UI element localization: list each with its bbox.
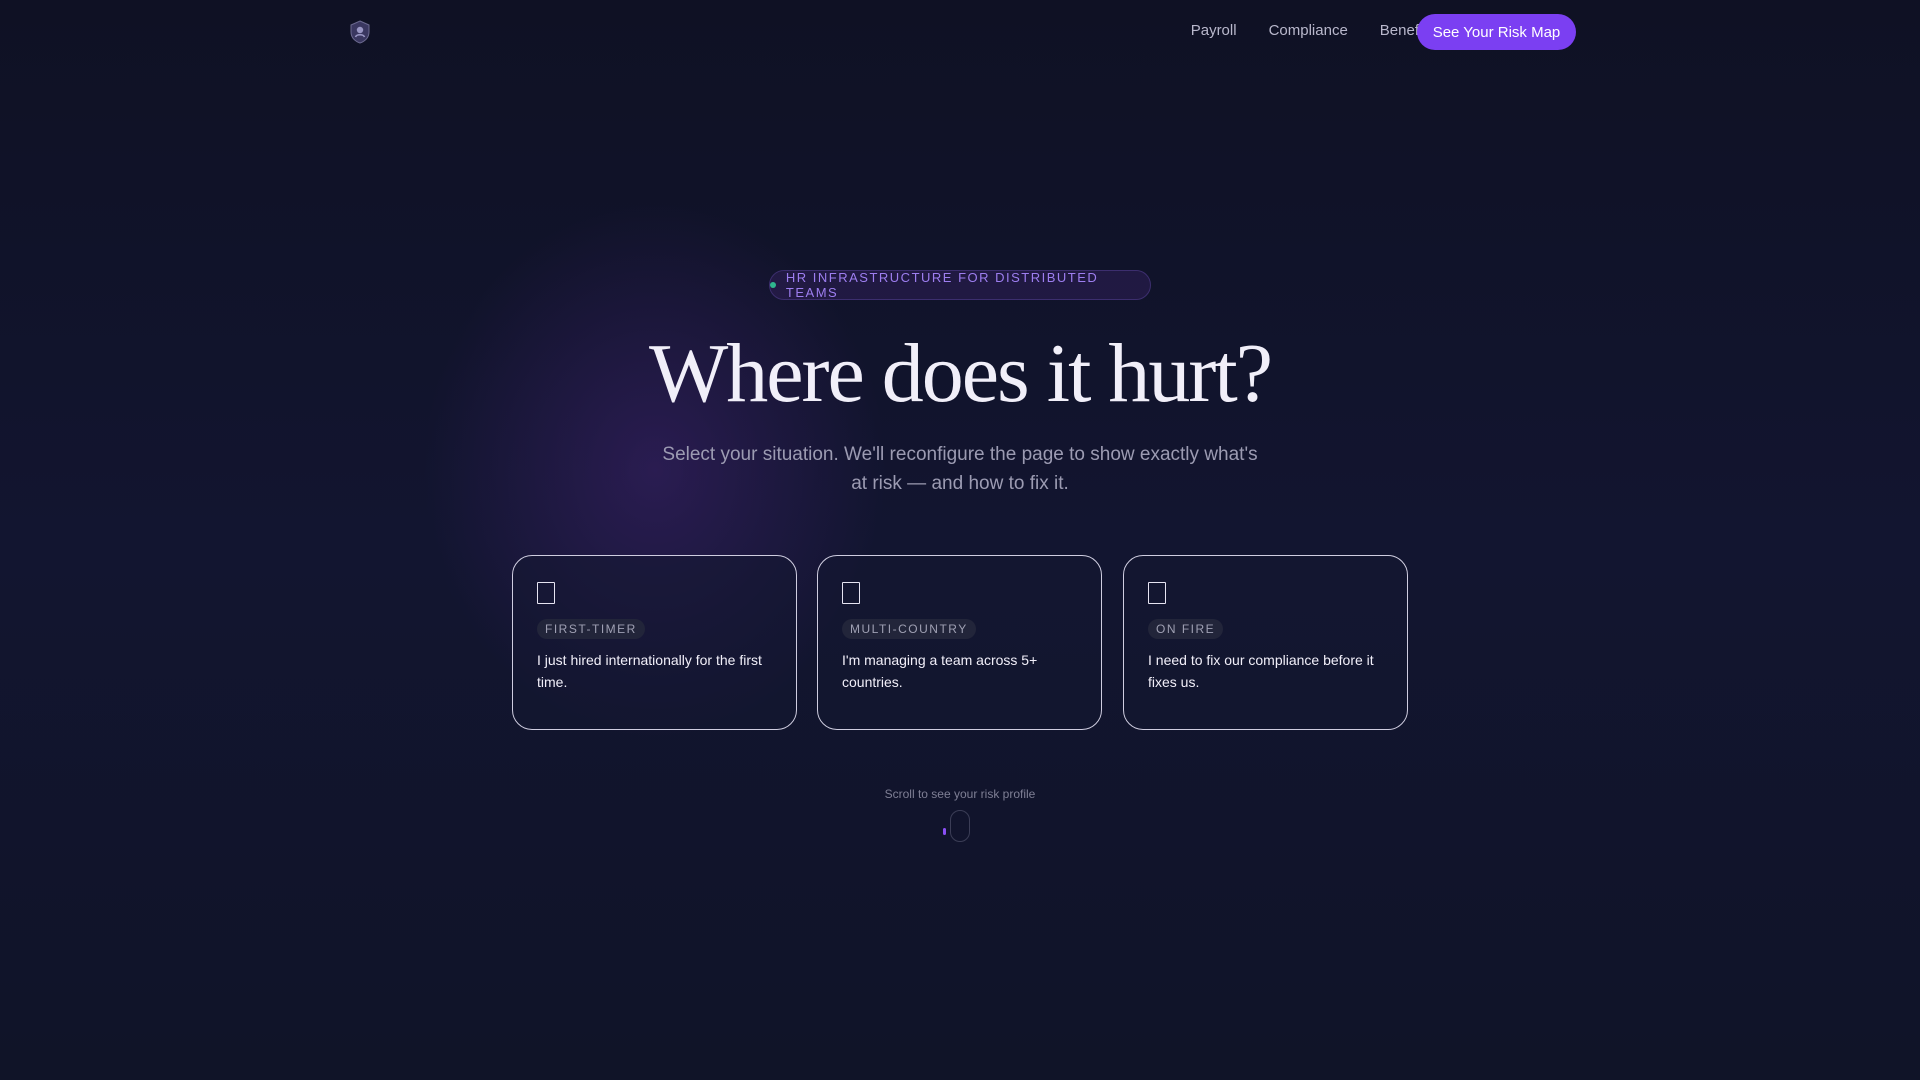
card-icon (842, 582, 860, 604)
hero-title: Where does it hurt? (648, 327, 1273, 420)
nav-link-payroll[interactable]: Payroll (1191, 22, 1237, 39)
card-tag: FIRST-TIMER (537, 619, 645, 639)
card-text: I just hired internationally for the fir… (537, 652, 762, 690)
card-tag: MULTI-COUNTRY (842, 619, 976, 639)
card-tag: ON FIRE (1148, 619, 1224, 639)
card-on-fire[interactable]: ON FIRE I need to fix our compliance bef… (1123, 555, 1408, 730)
top-nav: Payroll Compliance Benefits See Your Ris… (0, 0, 1920, 64)
card-text: I need to fix our compliance before it f… (1148, 652, 1374, 690)
card-first-timer[interactable]: FIRST-TIMER I just hired internationally… (512, 555, 797, 730)
status-dot-icon (770, 282, 776, 288)
card-icon (1148, 582, 1166, 604)
shield-logo-icon[interactable] (349, 20, 371, 44)
scroll-hint: Scroll to see your risk profile (884, 787, 1036, 801)
card-text: I'm managing a team across 5+ countries. (842, 652, 1038, 690)
eyebrow-badge: HR INFRASTRUCTURE FOR DISTRIBUTED TEAMS (769, 270, 1151, 300)
nav-link-compliance[interactable]: Compliance (1269, 22, 1348, 39)
page-background (0, 0, 1920, 1080)
nav-links: Payroll Compliance Benefits (1191, 22, 1434, 39)
hero-subtitle: Select your situation. We'll reconfigure… (662, 444, 1258, 494)
see-risk-map-button[interactable]: See Your Risk Map (1417, 14, 1576, 50)
situation-cards: FIRST-TIMER I just hired internationally… (512, 555, 1408, 730)
eyebrow-text: HR INFRASTRUCTURE FOR DISTRIBUTED TEAMS (785, 270, 1099, 300)
card-icon (537, 582, 555, 604)
card-multi-country[interactable]: MULTI-COUNTRY I'm managing a team across… (817, 555, 1102, 730)
scroll-indicator-dot (943, 828, 946, 835)
mouse-scroll-icon (950, 810, 970, 842)
